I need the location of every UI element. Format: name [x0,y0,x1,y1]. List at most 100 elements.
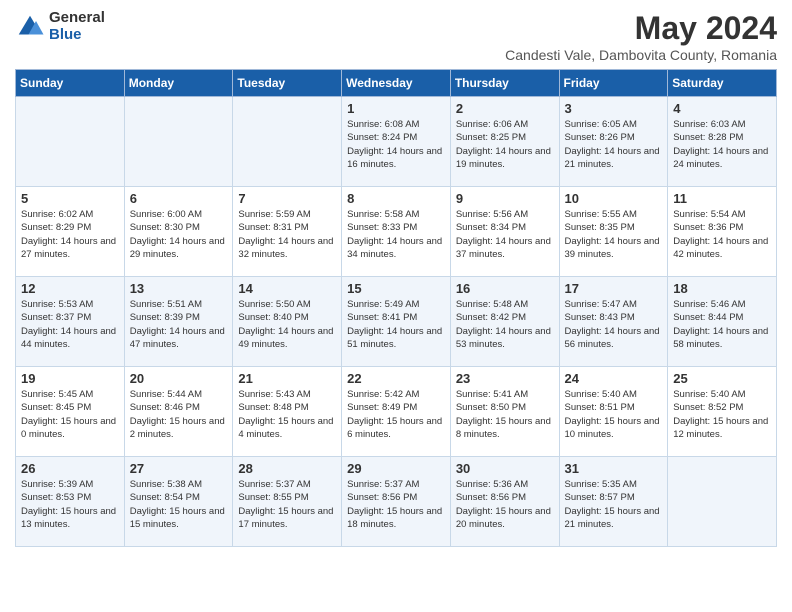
calendar-cell: 3 Sunrise: 6:05 AM Sunset: 8:26 PM Daylig… [559,97,668,187]
day-number: 15 [347,281,445,296]
header-tuesday: Tuesday [233,70,342,97]
day-number: 30 [456,461,554,476]
day-info: Sunrise: 5:36 AM Sunset: 8:56 PM Dayligh… [456,478,554,531]
day-number: 26 [21,461,119,476]
calendar-cell: 16 Sunrise: 5:48 AM Sunset: 8:42 PM Dayli… [450,277,559,367]
day-number: 5 [21,191,119,206]
day-number: 4 [673,101,771,116]
day-info: Sunrise: 5:56 AM Sunset: 8:34 PM Dayligh… [456,208,554,261]
day-number: 29 [347,461,445,476]
calendar-cell: 5 Sunrise: 6:02 AM Sunset: 8:29 PM Daylig… [16,187,125,277]
day-info: Sunrise: 5:38 AM Sunset: 8:54 PM Dayligh… [130,478,228,531]
logo-text: General Blue [49,10,105,43]
day-info: Sunrise: 6:08 AM Sunset: 8:24 PM Dayligh… [347,118,445,171]
calendar-cell: 6 Sunrise: 6:00 AM Sunset: 8:30 PM Daylig… [124,187,233,277]
day-info: Sunrise: 6:02 AM Sunset: 8:29 PM Dayligh… [21,208,119,261]
header-thursday: Thursday [450,70,559,97]
day-info: Sunrise: 5:49 AM Sunset: 8:41 PM Dayligh… [347,298,445,351]
title-block: May 2024 Candesti Vale, Dambovita County… [505,10,777,63]
day-info: Sunrise: 6:05 AM Sunset: 8:26 PM Dayligh… [565,118,663,171]
calendar-cell: 31 Sunrise: 5:35 AM Sunset: 8:57 PM Dayli… [559,457,668,547]
day-number: 20 [130,371,228,386]
day-number: 17 [565,281,663,296]
day-info: Sunrise: 5:47 AM Sunset: 8:43 PM Dayligh… [565,298,663,351]
day-number: 23 [456,371,554,386]
calendar-cell: 4 Sunrise: 6:03 AM Sunset: 8:28 PM Daylig… [668,97,777,187]
calendar-cell [124,97,233,187]
day-info: Sunrise: 5:39 AM Sunset: 8:53 PM Dayligh… [21,478,119,531]
day-number: 6 [130,191,228,206]
month-title: May 2024 [505,10,777,47]
day-info: Sunrise: 5:58 AM Sunset: 8:33 PM Dayligh… [347,208,445,261]
calendar-cell: 21Sunrise: 5:43 AM Sunset: 8:48 PM Dayli… [233,367,342,457]
day-number: 25 [673,371,771,386]
calendar-week-2: 5 Sunrise: 6:02 AM Sunset: 8:29 PM Daylig… [16,187,777,277]
day-info: Sunrise: 5:43 AM Sunset: 8:48 PM Dayligh… [238,388,336,441]
day-info: Sunrise: 5:48 AM Sunset: 8:42 PM Dayligh… [456,298,554,351]
calendar-week-5: 26 Sunrise: 5:39 AM Sunset: 8:53 PM Dayli… [16,457,777,547]
day-number: 2 [456,101,554,116]
day-number: 8 [347,191,445,206]
day-number: 3 [565,101,663,116]
day-info: Sunrise: 5:53 AM Sunset: 8:37 PM Dayligh… [21,298,119,351]
day-info: Sunrise: 5:40 AM Sunset: 8:51 PM Dayligh… [565,388,663,441]
header-monday: Monday [124,70,233,97]
calendar-cell: 15 Sunrise: 5:49 AM Sunset: 8:41 PM Dayli… [342,277,451,367]
day-number: 12 [21,281,119,296]
calendar-cell: 23Sunrise: 5:41 AM Sunset: 8:50 PM Dayli… [450,367,559,457]
calendar-cell: 28 Sunrise: 5:37 AM Sunset: 8:55 PM Dayli… [233,457,342,547]
day-number: 28 [238,461,336,476]
header-wednesday: Wednesday [342,70,451,97]
calendar-cell: 18 Sunrise: 5:46 AM Sunset: 8:44 PM Dayli… [668,277,777,367]
day-number: 7 [238,191,336,206]
calendar-cell: 29Sunrise: 5:37 AM Sunset: 8:56 PM Dayli… [342,457,451,547]
day-number: 16 [456,281,554,296]
header-friday: Friday [559,70,668,97]
day-info: Sunrise: 5:42 AM Sunset: 8:49 PM Dayligh… [347,388,445,441]
calendar-cell: 22 Sunrise: 5:42 AM Sunset: 8:49 PM Dayli… [342,367,451,457]
calendar-week-3: 12 Sunrise: 5:53 AM Sunset: 8:37 PM Dayli… [16,277,777,367]
day-info: Sunrise: 5:46 AM Sunset: 8:44 PM Dayligh… [673,298,771,351]
day-info: Sunrise: 6:00 AM Sunset: 8:30 PM Dayligh… [130,208,228,261]
day-number: 24 [565,371,663,386]
calendar-cell: 11Sunrise: 5:54 AM Sunset: 8:36 PM Dayli… [668,187,777,277]
day-info: Sunrise: 6:06 AM Sunset: 8:25 PM Dayligh… [456,118,554,171]
day-number: 18 [673,281,771,296]
calendar-cell: 10Sunrise: 5:55 AM Sunset: 8:35 PM Dayli… [559,187,668,277]
day-number: 13 [130,281,228,296]
page-header: General Blue May 2024 Candesti Vale, Dam… [15,10,777,63]
header-saturday: Saturday [668,70,777,97]
calendar-cell: 14 Sunrise: 5:50 AM Sunset: 8:40 PM Dayli… [233,277,342,367]
day-info: Sunrise: 5:35 AM Sunset: 8:57 PM Dayligh… [565,478,663,531]
logo-icon [15,12,45,42]
calendar-cell: 17 Sunrise: 5:47 AM Sunset: 8:43 PM Dayli… [559,277,668,367]
header-sunday: Sunday [16,70,125,97]
location-subtitle: Candesti Vale, Dambovita County, Romania [505,47,777,63]
calendar-cell: 2 Sunrise: 6:06 AM Sunset: 8:25 PM Daylig… [450,97,559,187]
day-info: Sunrise: 5:44 AM Sunset: 8:46 PM Dayligh… [130,388,228,441]
day-number: 14 [238,281,336,296]
calendar-cell: 13Sunrise: 5:51 AM Sunset: 8:39 PM Dayli… [124,277,233,367]
day-info: Sunrise: 5:50 AM Sunset: 8:40 PM Dayligh… [238,298,336,351]
day-info: Sunrise: 5:40 AM Sunset: 8:52 PM Dayligh… [673,388,771,441]
calendar-week-1: 1Sunrise: 6:08 AM Sunset: 8:24 PM Daylig… [16,97,777,187]
day-number: 31 [565,461,663,476]
calendar-cell [668,457,777,547]
logo-general-text: General [49,10,105,27]
day-info: Sunrise: 5:59 AM Sunset: 8:31 PM Dayligh… [238,208,336,261]
day-number: 19 [21,371,119,386]
calendar-week-4: 19Sunrise: 5:45 AM Sunset: 8:45 PM Dayli… [16,367,777,457]
calendar-cell [16,97,125,187]
calendar-cell: 19Sunrise: 5:45 AM Sunset: 8:45 PM Dayli… [16,367,125,457]
day-number: 11 [673,191,771,206]
calendar-cell: 27Sunrise: 5:38 AM Sunset: 8:54 PM Dayli… [124,457,233,547]
day-info: Sunrise: 5:55 AM Sunset: 8:35 PM Dayligh… [565,208,663,261]
calendar-cell: 20 Sunrise: 5:44 AM Sunset: 8:46 PM Dayli… [124,367,233,457]
calendar-cell: 30 Sunrise: 5:36 AM Sunset: 8:56 PM Dayli… [450,457,559,547]
day-number: 22 [347,371,445,386]
calendar-cell [233,97,342,187]
calendar-cell: 24 Sunrise: 5:40 AM Sunset: 8:51 PM Dayli… [559,367,668,457]
day-info: Sunrise: 5:37 AM Sunset: 8:55 PM Dayligh… [238,478,336,531]
day-info: Sunrise: 6:03 AM Sunset: 8:28 PM Dayligh… [673,118,771,171]
day-number: 9 [456,191,554,206]
